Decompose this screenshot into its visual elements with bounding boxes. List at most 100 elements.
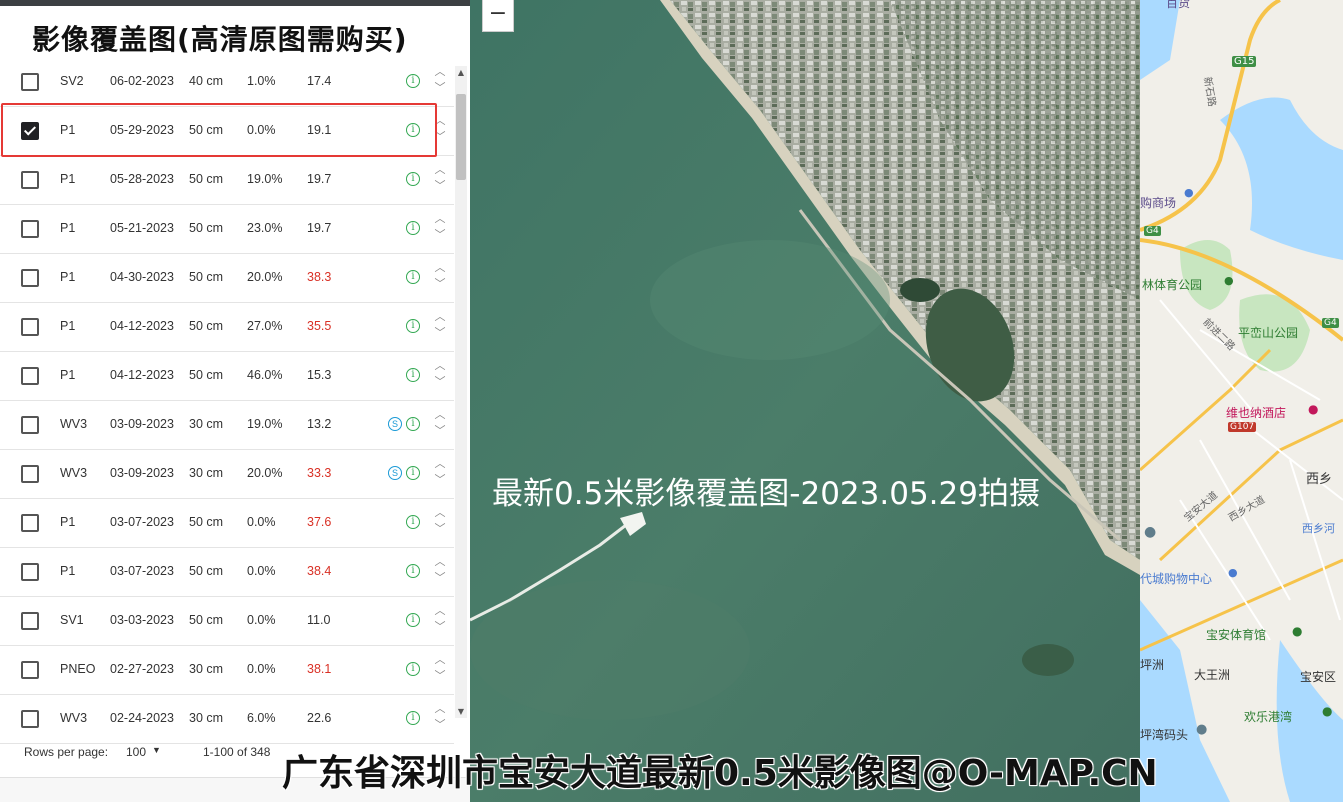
scroll-up-arrow-icon[interactable]: ▲ [455, 68, 467, 77]
park-pin-icon[interactable]: ● [1322, 704, 1332, 718]
street-basemap[interactable]: 百货 G15 新石路 购商场 ● G4 林体育公园 ● 平峦山公园 G4 前进二… [1140, 0, 1343, 802]
row-checkbox[interactable] [21, 416, 39, 434]
caret-down-icon[interactable]: ▼ [152, 745, 161, 755]
row-checkbox[interactable] [21, 367, 39, 385]
off-nadir-angle-cell: 13.2 [307, 417, 332, 431]
location-pin-icon[interactable]: ● [1196, 722, 1207, 737]
imagery-list-panel: 影像覆盖图(高清原图需购买) SV2 06-02-2023 40 cm 1.0% 17.… [0, 0, 470, 802]
info-circle-icon[interactable]: i [406, 172, 420, 186]
row-checkbox[interactable] [21, 465, 39, 483]
info-circle-icon[interactable]: i [406, 221, 420, 235]
info-circle-icon[interactable]: i [406, 368, 420, 382]
table-row[interactable]: WV3 03-09-2023 30 cm 20.0% 33.3 Si ︿ ﹀ [0, 450, 454, 499]
chevron-up-icon[interactable]: ︿ [434, 67, 446, 78]
info-circle-icon[interactable]: i [406, 270, 420, 284]
chevron-up-icon[interactable]: ︿ [434, 263, 446, 274]
chevron-down-icon[interactable]: ﹀ [434, 279, 446, 290]
chevron-down-icon[interactable]: ﹀ [434, 230, 446, 241]
location-pin-icon[interactable]: ● [1144, 524, 1156, 540]
date-cell: 03-07-2023 [110, 564, 174, 578]
row-checkbox[interactable] [21, 514, 39, 532]
chevron-up-icon[interactable]: ︿ [434, 361, 446, 372]
off-nadir-angle-cell: 38.1 [307, 662, 332, 676]
chevron-up-icon[interactable]: ︿ [434, 655, 446, 666]
table-row[interactable]: SV2 06-02-2023 40 cm 1.0% 17.4 i ︿ ﹀ [0, 58, 454, 107]
info-circle-icon[interactable]: i [406, 564, 420, 578]
chevron-down-icon[interactable]: ﹀ [434, 573, 446, 584]
info-circle-icon[interactable]: i [406, 74, 420, 88]
table-row[interactable]: P1 03-07-2023 50 cm 0.0% 38.4 i ︿ ﹀ [0, 548, 454, 597]
scrollbar-thumb[interactable] [456, 94, 466, 180]
chevron-up-icon[interactable]: ︿ [434, 508, 446, 519]
stereo-s-icon[interactable]: S [388, 466, 402, 480]
chevron-up-icon[interactable]: ︿ [434, 312, 446, 323]
chevron-down-icon[interactable]: ﹀ [434, 475, 446, 486]
chevron-down-icon[interactable]: ﹀ [434, 622, 446, 633]
row-checkbox[interactable] [21, 612, 39, 630]
off-nadir-angle-cell: 15.3 [307, 368, 332, 382]
map-label: 坪湾码头 [1140, 728, 1189, 742]
info-circle-icon[interactable]: i [406, 466, 420, 480]
map-label: 维也纳酒店 [1226, 406, 1287, 420]
table-row[interactable]: P1 05-28-2023 50 cm 19.0% 19.7 i ︿ ﹀ [0, 156, 454, 205]
date-cell: 03-07-2023 [110, 515, 174, 529]
shopping-pin-icon[interactable]: ● [1184, 186, 1194, 199]
chevron-down-icon[interactable]: ﹀ [434, 181, 446, 192]
info-circle-icon[interactable]: i [406, 662, 420, 676]
chevron-up-icon[interactable]: ︿ [434, 165, 446, 176]
chevron-up-icon[interactable]: ︿ [434, 459, 446, 470]
road-shield: G107 [1228, 422, 1257, 432]
info-circle-icon[interactable]: i [406, 515, 420, 529]
park-pin-icon[interactable]: ● [1224, 274, 1234, 287]
info-circle-icon[interactable]: i [406, 417, 420, 431]
chevron-up-icon[interactable]: ︿ [434, 214, 446, 225]
table-row[interactable]: P1 05-21-2023 50 cm 23.0% 19.7 i ︿ ﹀ [0, 205, 454, 254]
zoom-out-button[interactable]: − [482, 0, 514, 32]
table-row[interactable]: WV3 03-09-2023 30 cm 19.0% 13.2 Si ︿ ﹀ [0, 401, 454, 450]
table-row[interactable]: P1 04-12-2023 50 cm 46.0% 15.3 i ︿ ﹀ [0, 352, 454, 401]
chevron-up-icon[interactable]: ︿ [434, 704, 446, 715]
table-row[interactable]: P1 03-07-2023 50 cm 0.0% 37.6 i ︿ ﹀ [0, 499, 454, 548]
hotel-pin-icon[interactable]: ● [1308, 402, 1318, 416]
info-circle-icon[interactable]: i [406, 613, 420, 627]
row-checkbox[interactable] [21, 710, 39, 728]
table-row[interactable]: P1 04-12-2023 50 cm 27.0% 35.5 i ︿ ﹀ [0, 303, 454, 352]
satellite-cell: WV3 [60, 711, 88, 725]
date-cell: 04-12-2023 [110, 319, 174, 333]
table-row[interactable]: SV1 03-03-2023 50 cm 0.0% 11.0 i ︿ ﹀ [0, 597, 454, 646]
info-circle-icon[interactable]: i [406, 319, 420, 333]
stereo-s-icon[interactable]: S [388, 417, 402, 431]
rows-per-page-select[interactable]: 100 [126, 745, 146, 759]
resolution-cell: 50 cm [189, 564, 224, 578]
scroll-down-arrow-icon[interactable]: ▼ [455, 707, 467, 716]
row-checkbox[interactable] [21, 269, 39, 287]
row-checkbox[interactable] [21, 220, 39, 238]
satellite-cell: SV2 [60, 74, 84, 88]
chevron-down-icon[interactable]: ﹀ [434, 426, 446, 437]
chevron-up-icon[interactable]: ︿ [434, 557, 446, 568]
chevron-down-icon[interactable]: ﹀ [434, 377, 446, 388]
row-checkbox[interactable] [21, 563, 39, 581]
row-checkbox[interactable] [21, 171, 39, 189]
row-checkbox[interactable] [21, 661, 39, 679]
table-row[interactable]: P1 04-30-2023 50 cm 20.0% 38.3 i ︿ ﹀ [0, 254, 454, 303]
chevron-up-icon[interactable]: ︿ [434, 606, 446, 617]
date-cell: 05-21-2023 [110, 221, 174, 235]
satellite-imagery-view[interactable] [470, 0, 1140, 802]
stadium-pin-icon[interactable]: ● [1292, 624, 1302, 638]
chevron-up-icon[interactable]: ︿ [434, 410, 446, 421]
table-row[interactable]: PNEO 02-27-2023 30 cm 0.0% 38.1 i ︿ ﹀ [0, 646, 454, 695]
cloud-cover-cell: 27.0% [247, 319, 283, 333]
chevron-down-icon[interactable]: ﹀ [434, 83, 446, 94]
chevron-down-icon[interactable]: ﹀ [434, 328, 446, 339]
info-circle-icon[interactable]: i [406, 711, 420, 725]
shopping-pin-icon[interactable]: ● [1228, 566, 1238, 579]
watermark-caption: 广东省深圳市宝安大道最新0.5米影像图@O-MAP.CN [282, 753, 1158, 794]
date-cell: 02-27-2023 [110, 662, 174, 676]
row-checkbox[interactable] [21, 73, 39, 91]
chevron-down-icon[interactable]: ﹀ [434, 524, 446, 535]
cloud-cover-cell: 0.0% [247, 564, 276, 578]
chevron-down-icon[interactable]: ﹀ [434, 671, 446, 682]
row-checkbox[interactable] [21, 318, 39, 336]
table-scrollbar[interactable]: ▲ ▼ [455, 66, 467, 718]
